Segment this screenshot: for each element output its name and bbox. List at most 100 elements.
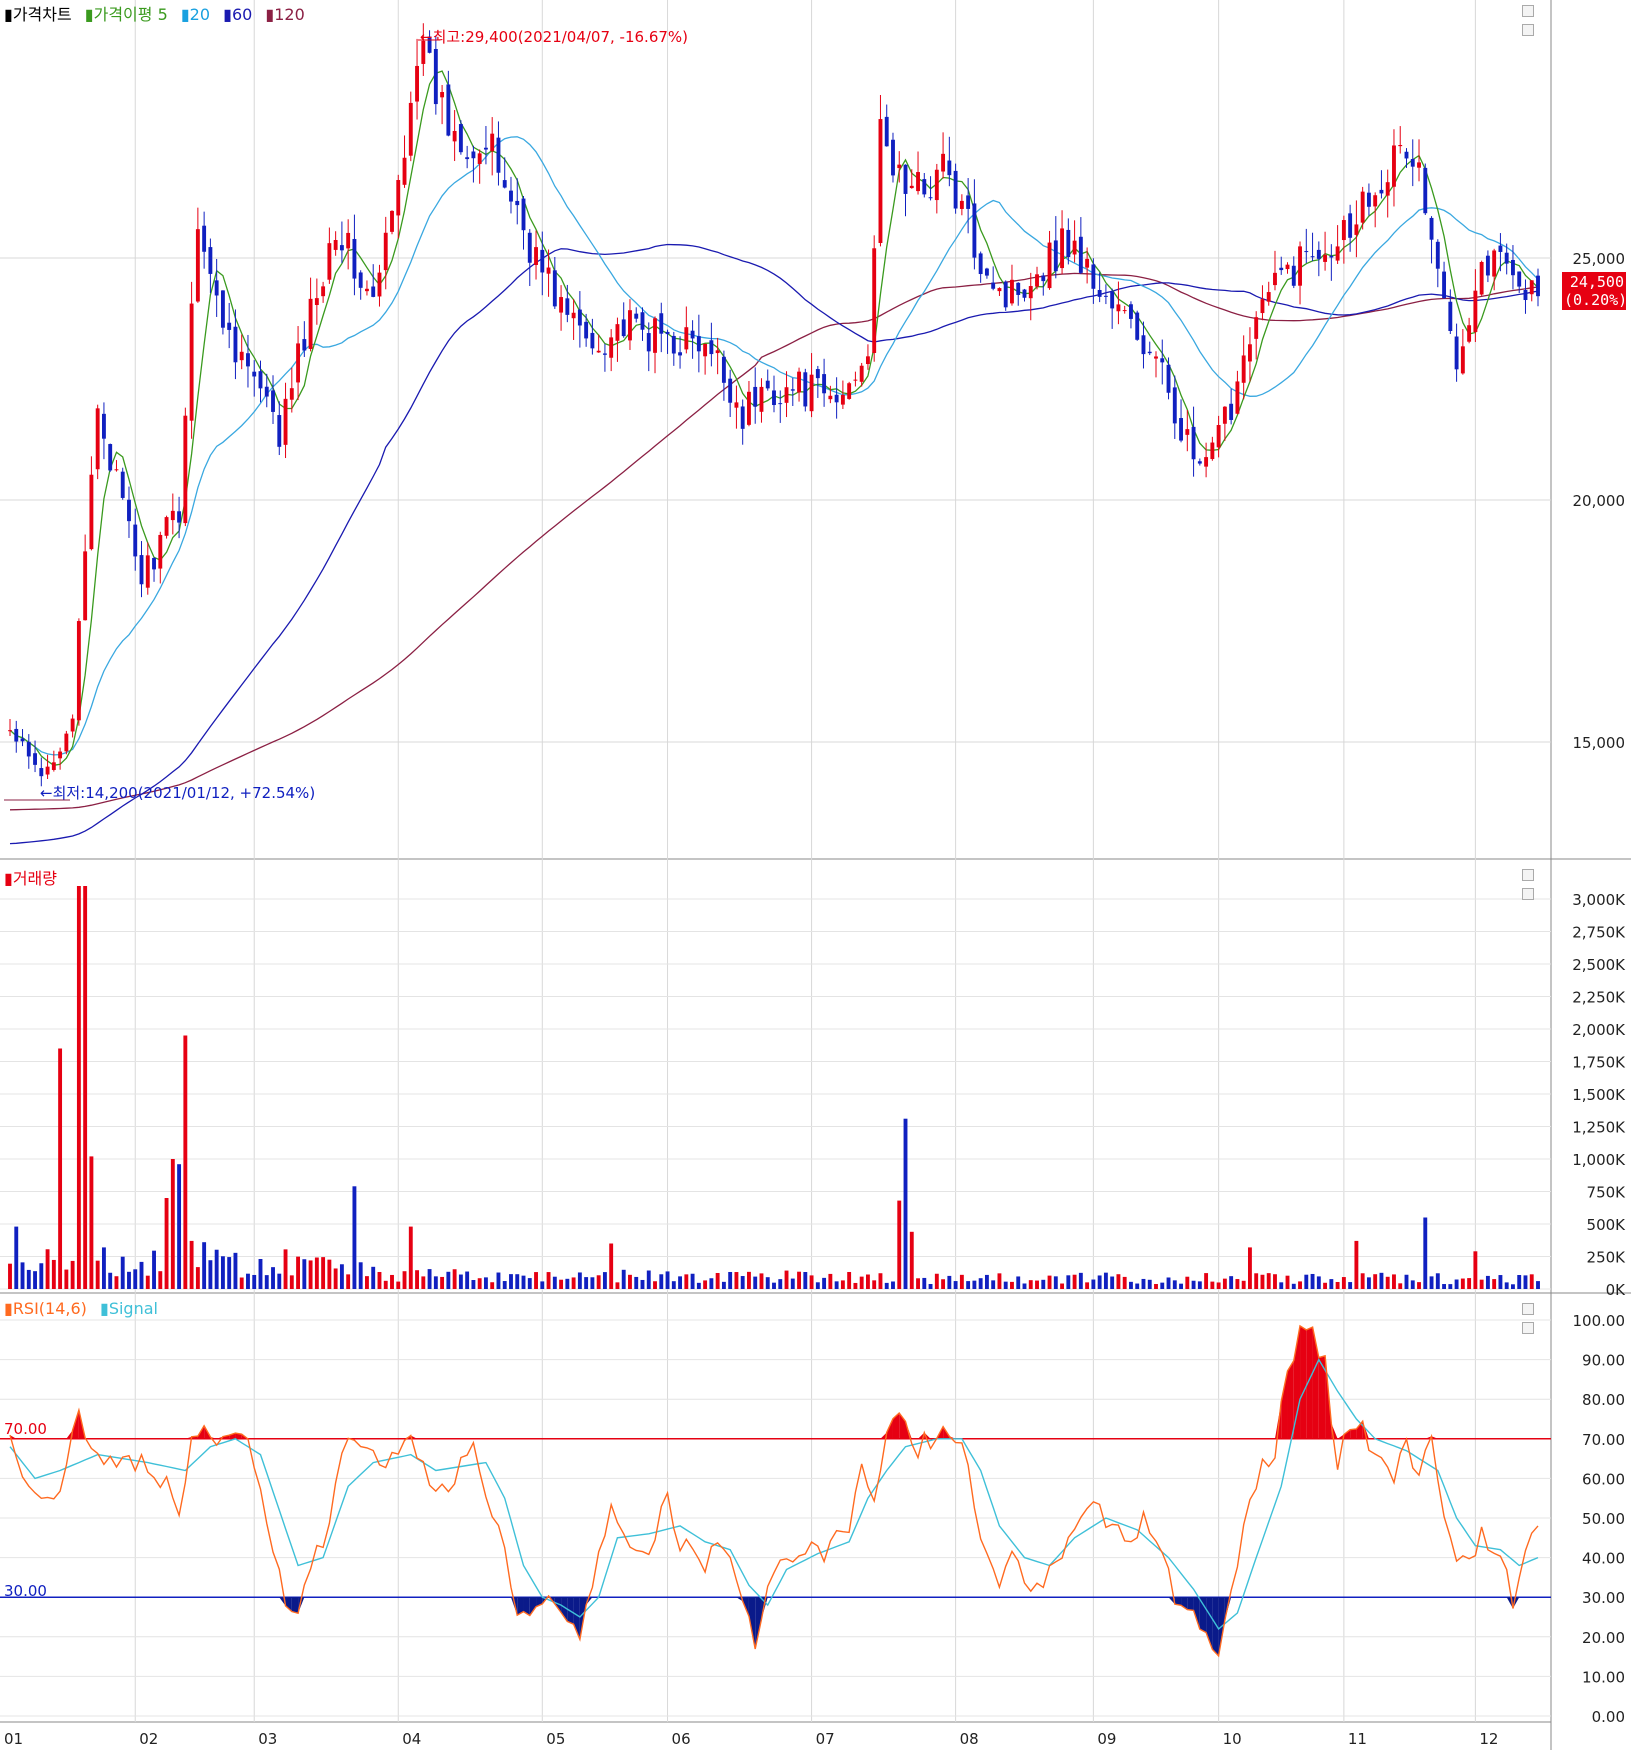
legend-item-ma5[interactable]: ▮가격이평 5 bbox=[85, 5, 172, 24]
current-price-tag: 24,500 (0.20%) bbox=[1562, 272, 1627, 310]
volume-bar bbox=[1129, 1281, 1133, 1289]
candle-body bbox=[1197, 461, 1202, 464]
candle-body bbox=[646, 333, 651, 352]
volume-bar bbox=[1172, 1280, 1177, 1289]
volume-bar bbox=[884, 1282, 889, 1289]
candle-body bbox=[552, 270, 557, 307]
candle-body bbox=[383, 232, 388, 271]
candle-body bbox=[803, 372, 808, 407]
volume-bar bbox=[1366, 1277, 1371, 1289]
price-panel-buttons[interactable] bbox=[1522, 2, 1548, 36]
volume-bar bbox=[1135, 1283, 1140, 1289]
candle-body bbox=[177, 511, 182, 523]
candle-body bbox=[959, 200, 964, 209]
candle-body bbox=[1135, 312, 1140, 340]
volume-bar bbox=[64, 1269, 69, 1289]
candle-body bbox=[1398, 145, 1403, 147]
volume-bar bbox=[1536, 1281, 1540, 1289]
candle-body bbox=[358, 272, 363, 288]
rsi-tick-label: 60.00 bbox=[1582, 1470, 1625, 1488]
volume-bar bbox=[1053, 1276, 1058, 1289]
rsi-oversold-fill bbox=[291, 1597, 299, 1614]
legend-item-rsi[interactable]: ▮RSI(14,6) bbox=[4, 1299, 91, 1318]
legend-item-ma60[interactable]: ▮60 bbox=[223, 5, 256, 24]
maximize-icon[interactable] bbox=[1522, 1303, 1534, 1315]
candle-body bbox=[1166, 364, 1171, 393]
volume-bar bbox=[571, 1277, 576, 1289]
candle-body bbox=[452, 130, 457, 142]
candle-body bbox=[120, 471, 125, 498]
legend-item-signal[interactable]: ▮Signal bbox=[100, 1299, 162, 1318]
volume-bar bbox=[809, 1275, 814, 1289]
rsi-tick-label: 0.00 bbox=[1592, 1708, 1625, 1726]
candle-body bbox=[571, 312, 576, 319]
candle-body bbox=[252, 371, 257, 377]
volume-bar bbox=[1185, 1276, 1190, 1289]
candle-body bbox=[365, 288, 369, 292]
close-icon[interactable] bbox=[1522, 888, 1534, 900]
volume-bar bbox=[1448, 1284, 1453, 1289]
volume-bar bbox=[1103, 1272, 1108, 1289]
candle-body bbox=[1511, 259, 1515, 276]
volume-bar bbox=[458, 1274, 463, 1289]
candle-body bbox=[339, 245, 344, 251]
candle-body bbox=[665, 331, 670, 335]
candle-body bbox=[928, 197, 933, 199]
volume-tick-label: 750K bbox=[1587, 1184, 1627, 1202]
volume-bar bbox=[314, 1257, 319, 1289]
candle-body bbox=[916, 172, 920, 192]
candle-body bbox=[1473, 290, 1478, 333]
maximize-icon[interactable] bbox=[1522, 5, 1534, 17]
maximize-icon[interactable] bbox=[1522, 869, 1534, 881]
volume-bar bbox=[1179, 1283, 1183, 1289]
volume-bar bbox=[1060, 1283, 1065, 1289]
volume-bar bbox=[358, 1262, 363, 1289]
rsi-tick-label: 100.00 bbox=[1573, 1312, 1626, 1330]
volume-bar bbox=[1379, 1272, 1384, 1289]
legend-item-ma20[interactable]: ▮20 bbox=[181, 5, 214, 24]
volume-bar bbox=[1147, 1279, 1152, 1289]
volume-bar bbox=[1016, 1276, 1021, 1289]
volume-bar bbox=[352, 1186, 357, 1289]
close-icon[interactable] bbox=[1522, 24, 1534, 36]
candle-body bbox=[997, 288, 1002, 292]
candle-body bbox=[183, 415, 188, 524]
candle-body bbox=[1348, 213, 1353, 238]
volume-bar bbox=[208, 1260, 213, 1289]
candle-body bbox=[1110, 291, 1115, 309]
volume-bar bbox=[227, 1257, 232, 1289]
volume-bar bbox=[195, 1267, 200, 1289]
legend-item-volume[interactable]: ▮거래량 bbox=[4, 869, 61, 888]
candle-body bbox=[1341, 220, 1346, 241]
candle-body bbox=[202, 225, 207, 252]
candle-body bbox=[778, 403, 783, 405]
volume-bar bbox=[1348, 1282, 1353, 1289]
volume-bar bbox=[671, 1281, 676, 1289]
candle-body bbox=[840, 394, 845, 405]
volume-bar bbox=[1385, 1276, 1390, 1289]
close-icon[interactable] bbox=[1522, 1322, 1534, 1334]
legend-item-ma120[interactable]: ▮120 bbox=[265, 5, 308, 24]
volume-bar bbox=[1285, 1275, 1290, 1289]
candle-body bbox=[847, 383, 852, 399]
candle-body bbox=[884, 116, 889, 147]
candle-body bbox=[546, 267, 551, 274]
rsi-panel-buttons[interactable] bbox=[1522, 1300, 1548, 1334]
volume-bar bbox=[959, 1274, 964, 1289]
volume-bar bbox=[283, 1249, 288, 1289]
candle-body bbox=[1467, 325, 1472, 342]
rsi-overbought-fill bbox=[1287, 1360, 1294, 1439]
volume-bar bbox=[684, 1274, 689, 1289]
volume-bar bbox=[51, 1259, 56, 1289]
candle-body bbox=[947, 160, 952, 176]
volume-panel-buttons[interactable] bbox=[1522, 866, 1548, 900]
volume-bar bbox=[847, 1271, 852, 1289]
legend-item-price[interactable]: ▮가격차트 bbox=[4, 5, 76, 24]
volume-bar bbox=[872, 1280, 877, 1289]
candle-body bbox=[20, 738, 25, 742]
candle-body bbox=[521, 198, 526, 231]
rsi-tick-label: 20.00 bbox=[1582, 1629, 1625, 1647]
candle-body bbox=[709, 340, 714, 355]
volume-bar bbox=[1273, 1274, 1277, 1289]
volume-bar bbox=[421, 1276, 426, 1289]
